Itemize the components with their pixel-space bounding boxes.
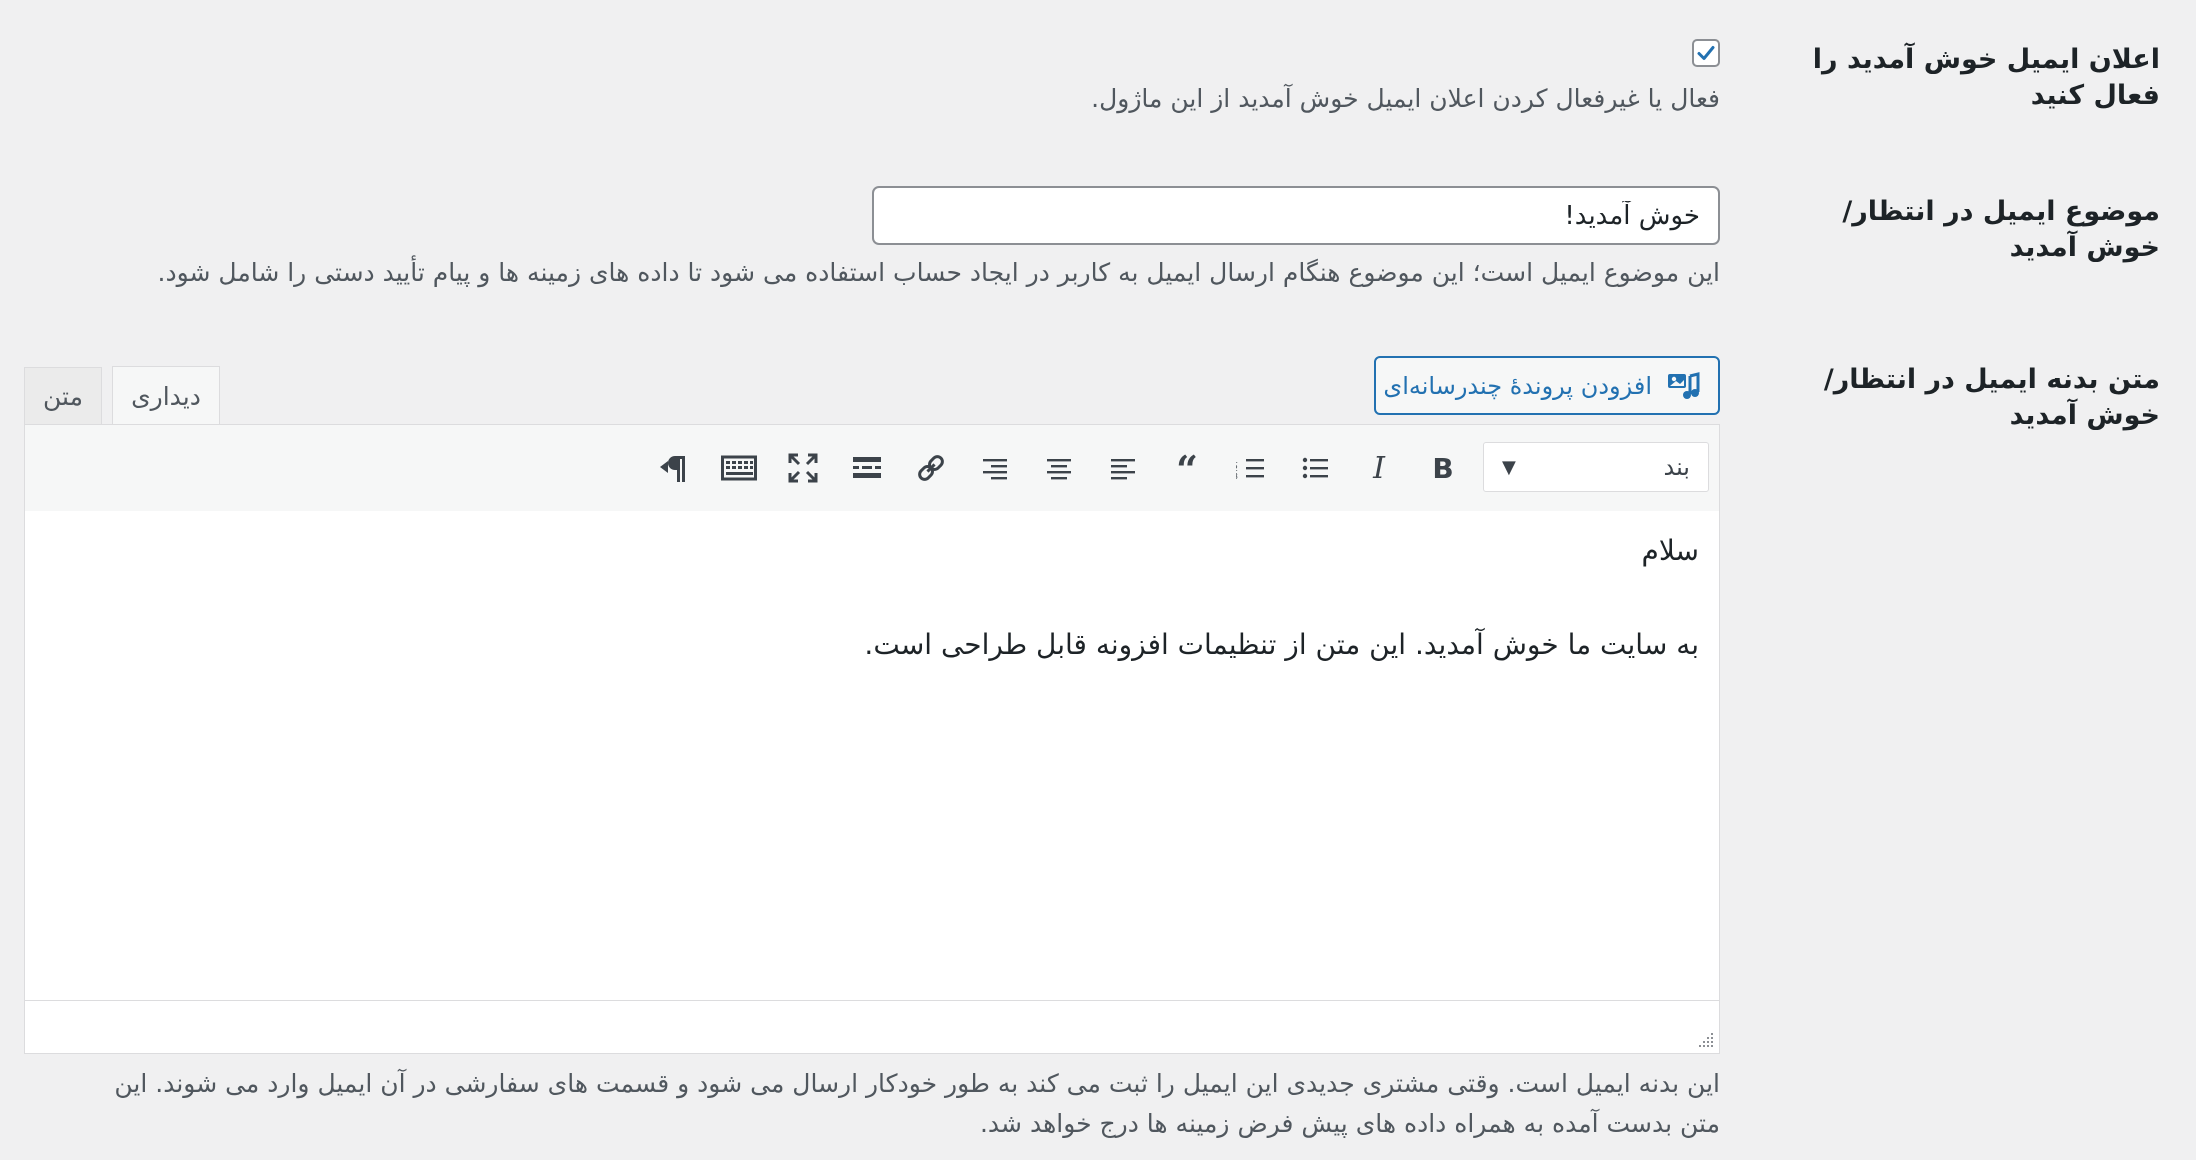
add-media-label: افزودن پروندهٔ چندرسانه‌ای bbox=[1383, 371, 1652, 400]
fullscreen-icon bbox=[788, 453, 818, 483]
numbered-list-icon: 1 2 3 bbox=[1236, 456, 1264, 481]
editor-toolbar: بند ▼ B I “ bbox=[25, 425, 1719, 512]
format-select-value: بند bbox=[1663, 453, 1690, 481]
insert-link-button[interactable] bbox=[909, 446, 953, 490]
email-body-description-line2: متن بدست آمده به همراه داده های پیش فرض … bbox=[979, 1109, 1720, 1138]
checkmark-icon bbox=[1697, 46, 1715, 60]
content-greeting: سلام bbox=[1641, 534, 1699, 567]
align-right-button[interactable] bbox=[973, 446, 1017, 490]
bold-button[interactable]: B bbox=[1421, 446, 1465, 490]
add-media-button[interactable]: افزودن پروندهٔ چندرسانه‌ای bbox=[1374, 356, 1720, 415]
bullet-list-icon bbox=[1302, 457, 1328, 479]
toolbar-toggle-icon bbox=[721, 455, 757, 481]
content-welcome-text: به سایت ما خوش آمدید. این متن از تنظیمات… bbox=[864, 628, 1699, 661]
read-more-button[interactable] bbox=[845, 446, 889, 490]
blockquote-button[interactable]: “ bbox=[1165, 446, 1209, 490]
numbered-list-button[interactable]: 1 2 3 bbox=[1229, 446, 1273, 490]
svg-text:B: B bbox=[1432, 453, 1453, 483]
italic-button[interactable]: I bbox=[1357, 446, 1401, 490]
dropdown-arrow-icon: ▼ bbox=[1502, 456, 1516, 478]
read-more-icon bbox=[853, 457, 881, 478]
email-subject-label: موضوع ایمیل در انتظار/خوش آمدید bbox=[1842, 196, 2160, 263]
svg-text:“: “ bbox=[1176, 453, 1198, 483]
blockquote-icon: “ bbox=[1176, 453, 1198, 483]
format-select[interactable]: بند ▼ bbox=[1483, 442, 1709, 492]
toolbar-toggle-button[interactable] bbox=[717, 446, 761, 490]
italic-icon: I bbox=[1372, 453, 1386, 483]
svg-text:3: 3 bbox=[1236, 472, 1238, 481]
editor-content-area[interactable]: سلام به سایت ما خوش آمدید. این متن از تن… bbox=[25, 511, 1719, 1001]
enable-welcome-email-label: اعلان ایمیل خوش آمدید را فعال کنید bbox=[1812, 44, 2160, 111]
align-center-icon bbox=[1047, 459, 1071, 480]
enable-welcome-email-description: فعال یا غیرفعال کردن اعلان ایمیل خوش آمد… bbox=[1091, 84, 1720, 113]
bullet-list-button[interactable] bbox=[1293, 446, 1337, 490]
editor-statusbar bbox=[25, 1000, 1719, 1053]
align-center-button[interactable] bbox=[1037, 446, 1081, 490]
email-body-label: متن بدنه ایمیل در انتظار/خوش آمدید bbox=[1823, 364, 2160, 431]
email-subject-description: این موضوع ایمیل است؛ این موضوع هنگام ارس… bbox=[157, 258, 1721, 287]
align-left-icon bbox=[1111, 459, 1135, 480]
resize-handle-icon[interactable] bbox=[1697, 1031, 1715, 1049]
email-body-editor: بند ▼ B I “ سلام به سایت ما خوش آمدید. ا… bbox=[24, 424, 1720, 1054]
add-media-icon bbox=[1668, 371, 1700, 399]
bold-icon: B bbox=[1432, 453, 1453, 483]
align-left-button[interactable] bbox=[1101, 446, 1145, 490]
email-subject-input[interactable] bbox=[872, 186, 1720, 245]
enable-welcome-email-checkbox[interactable] bbox=[1692, 39, 1720, 67]
link-icon bbox=[918, 455, 944, 481]
svg-text:I: I bbox=[1372, 453, 1386, 483]
tab-visual[interactable]: دیداری bbox=[112, 366, 220, 425]
text-direction-button[interactable] bbox=[653, 446, 697, 490]
fullscreen-button[interactable] bbox=[781, 446, 825, 490]
tab-text[interactable]: متن bbox=[24, 367, 102, 425]
align-right-icon bbox=[983, 459, 1007, 480]
email-body-description-line1: این بدنه ایمیل است. وقتی مشتری جدیدی این… bbox=[114, 1069, 1720, 1098]
text-direction-icon bbox=[660, 456, 685, 482]
